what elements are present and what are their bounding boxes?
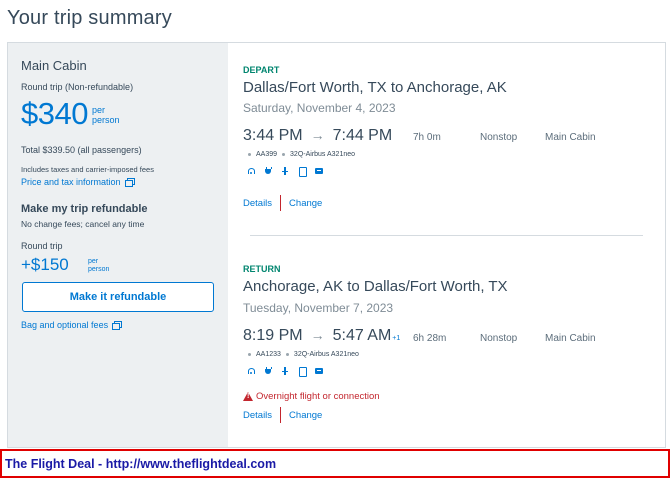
- depart-aircraft: 32Q-Airbus A321neo: [290, 151, 356, 158]
- bag-fees-label: Bag and optional fees: [21, 320, 109, 330]
- power-icon: [264, 167, 272, 175]
- tv-icon: [315, 367, 323, 375]
- arrive-time: 5:47 AM: [332, 327, 392, 344]
- wifi-icon: [247, 167, 255, 175]
- fare-includes-note: Includes taxes and carrier-imposed fees: [21, 165, 154, 174]
- fare-total: Total $339.50 (all passengers): [21, 145, 142, 155]
- depart-links: Details Change: [243, 195, 322, 211]
- depart-time: 8:19 PM: [243, 327, 303, 344]
- return-times: 8:19 PM → 5:47 AM +1: [243, 327, 400, 345]
- return-route: Anchorage, AK to Dallas/Fort Worth, TX: [243, 278, 508, 295]
- return-change-link[interactable]: Change: [289, 410, 322, 421]
- depart-time: 3:44 PM: [243, 127, 303, 144]
- per-person-label: per person: [92, 105, 120, 125]
- return-cabin: Main Cabin: [545, 333, 596, 344]
- cabin-title: Main Cabin: [21, 58, 87, 73]
- usb-icon: [281, 367, 289, 375]
- return-stops: Nonstop: [480, 333, 518, 344]
- depart-stops: Nonstop: [480, 132, 518, 143]
- return-duration: 6h 28m: [413, 333, 447, 344]
- link-separator: [280, 407, 282, 423]
- bullet-icon: [282, 153, 286, 156]
- price-tax-info-label: Price and tax information: [21, 177, 121, 187]
- arrow-right-icon: →: [310, 127, 325, 143]
- depart-date: Saturday, November 4, 2023: [243, 101, 396, 115]
- depart-details-link[interactable]: Details: [243, 198, 272, 209]
- return-label: RETURN: [243, 264, 281, 274]
- phone-icon: [298, 167, 307, 177]
- refundable-title: Make my trip refundable: [21, 203, 148, 215]
- depart-flight-number: AA399: [256, 151, 278, 158]
- return-flight-number: AA1233: [256, 351, 281, 358]
- depart-route: Dallas/Fort Worth, TX to Anchorage, AK: [243, 79, 507, 96]
- depart-change-link[interactable]: Change: [289, 198, 322, 209]
- refundable-per-person: per person: [88, 258, 110, 273]
- external-window-icon: [124, 178, 135, 187]
- overnight-warning: Overnight flight or connection: [243, 391, 380, 402]
- bullet-icon: [248, 353, 251, 356]
- return-flight-info: AA1233 32Q-Airbus A321neo: [248, 351, 359, 358]
- tv-icon: [315, 167, 323, 175]
- overnight-warning-text: Overnight flight or connection: [256, 391, 380, 402]
- return-details-link[interactable]: Details: [243, 410, 272, 421]
- footer-banner: The Flight Deal - http://www.theflightde…: [0, 449, 670, 478]
- return-aircraft: 32Q-Airbus A321neo: [293, 351, 359, 358]
- arrow-right-icon: →: [310, 327, 325, 343]
- price-tax-info-link[interactable]: Price and tax information: [21, 177, 135, 187]
- bullet-icon: [248, 153, 251, 156]
- link-separator: [280, 195, 282, 211]
- depart-label: DEPART: [243, 65, 280, 75]
- make-refundable-button[interactable]: Make it refundable: [22, 282, 214, 312]
- refundable-round-trip-label: Round trip: [21, 241, 63, 251]
- external-window-icon: [112, 321, 123, 330]
- fare-price: $340: [21, 96, 88, 131]
- phone-icon: [298, 367, 307, 377]
- bullet-icon: [285, 353, 289, 356]
- depart-flight-info: AA399 32Q-Airbus A321neo: [248, 151, 355, 158]
- refundable-subtitle: No change fees; cancel any time: [21, 219, 145, 229]
- bag-fees-link[interactable]: Bag and optional fees: [21, 320, 123, 330]
- wifi-icon: [247, 367, 255, 375]
- leg-divider: [250, 235, 643, 236]
- depart-duration: 7h 0m: [413, 132, 441, 143]
- trip-type: Round trip (Non-refundable): [21, 82, 134, 92]
- return-links: Details Change: [243, 407, 322, 423]
- fare-panel: Main Cabin Round trip (Non-refundable) $…: [8, 43, 228, 447]
- usb-icon: [281, 167, 289, 175]
- depart-cabin: Main Cabin: [545, 132, 596, 143]
- return-amenities: [247, 367, 323, 377]
- warning-icon: [243, 392, 253, 401]
- depart-amenities: [247, 167, 323, 177]
- refundable-price: +$150: [21, 255, 69, 274]
- return-date: Tuesday, November 7, 2023: [243, 301, 394, 315]
- page-title: Your trip summary: [7, 7, 172, 29]
- depart-times: 3:44 PM → 7:44 PM: [243, 127, 392, 145]
- power-icon: [264, 367, 272, 375]
- plus-day-badge: +1: [392, 335, 401, 342]
- arrive-time: 7:44 PM: [332, 127, 393, 144]
